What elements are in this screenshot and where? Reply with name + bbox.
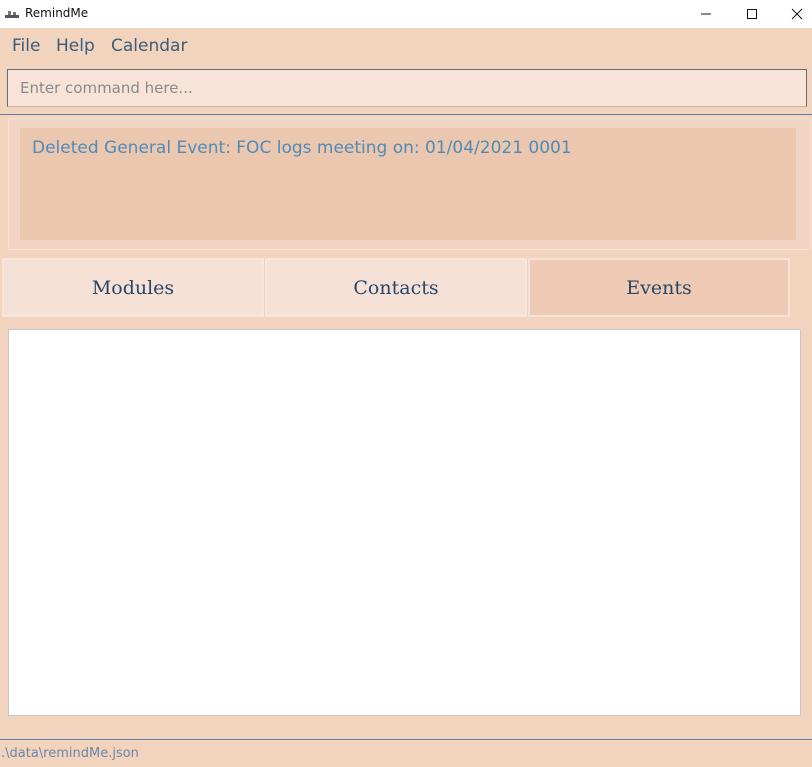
close-icon — [791, 8, 803, 20]
title-bar: RemindMe — [0, 0, 812, 28]
minimize-button[interactable] — [683, 0, 729, 28]
minimize-icon — [701, 13, 711, 15]
maximize-button[interactable] — [729, 0, 775, 28]
window-title: RemindMe — [25, 6, 89, 20]
command-box — [7, 69, 807, 107]
tab-contacts[interactable]: Contacts — [265, 258, 527, 317]
menu-bar: File Help Calendar — [0, 28, 812, 64]
app-window: RemindMe File Help Calendar Delete — [0, 0, 812, 767]
tab-events[interactable]: Events — [528, 258, 790, 317]
tab-modules[interactable]: Modules — [2, 258, 264, 317]
status-bar-divider — [0, 739, 812, 740]
command-input[interactable] — [8, 70, 806, 106]
result-message: Deleted General Event: FOC logs meeting … — [32, 138, 572, 158]
command-divider — [0, 114, 812, 115]
menu-calendar[interactable]: Calendar — [111, 37, 187, 55]
close-button[interactable] — [774, 0, 812, 28]
result-display[interactable]: Deleted General Event: FOC logs meeting … — [20, 128, 796, 240]
app-logo-icon — [5, 11, 19, 18]
menu-file[interactable]: File — [12, 37, 40, 55]
maximize-icon — [747, 9, 757, 19]
menu-help[interactable]: Help — [56, 37, 95, 55]
save-location-path: .\data\remindMe.json — [1, 746, 139, 761]
events-list-panel[interactable] — [8, 329, 801, 716]
